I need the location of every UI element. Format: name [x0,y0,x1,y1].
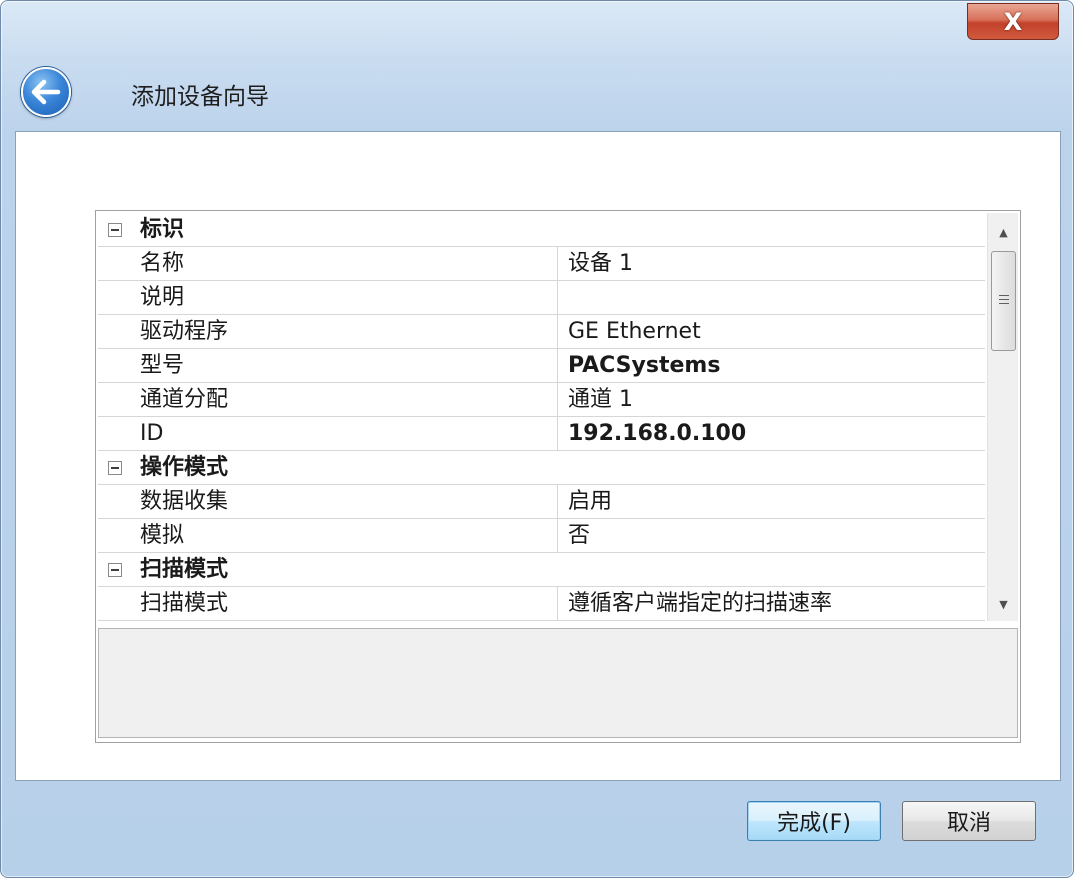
property-name: 名称 [98,247,558,280]
property-name: 通道分配 [98,383,558,416]
property-row[interactable]: 扫描模式 遵循客户端指定的扫描速率 [98,587,985,621]
scroll-down-button[interactable]: ▼ [988,589,1019,619]
property-value[interactable]: 否 [568,519,983,552]
property-row[interactable]: 通道分配 通道 1 [98,383,985,417]
property-name: 数据收集 [98,485,558,518]
property-row[interactable]: ID 192.168.0.100 [98,417,985,451]
property-row[interactable]: 驱动程序 GE Ethernet [98,315,985,349]
property-name: 扫描模式 [98,587,558,620]
property-value[interactable]: GE Ethernet [568,315,983,348]
property-value[interactable] [568,281,983,314]
property-name: 说明 [98,281,558,314]
property-value[interactable]: 遵循客户端指定的扫描速率 [568,587,983,620]
category-label: 标识 [140,217,185,242]
property-row[interactable]: 数据收集 启用 [98,485,985,519]
triangle-up-icon: ▲ [999,225,1008,239]
close-icon: X [1003,7,1023,36]
wizard-window: X 添加设备向导 标识 名称 设备 1 说明 驱动程序 GE Ethernet 型号 PACS… [0,0,1074,878]
grip-icon [999,295,1009,296]
category-label: 扫描模式 [140,557,229,582]
property-grid: 标识 名称 设备 1 说明 驱动程序 GE Ethernet 型号 PACSystems 通道分… [95,210,1021,743]
content-panel: 标识 名称 设备 1 说明 驱动程序 GE Ethernet 型号 PACSystems 通道分… [15,131,1061,781]
property-value[interactable]: 设备 1 [568,247,983,280]
category-row[interactable]: 操作模式 [98,451,985,485]
wizard-title: 添加设备向导 [131,84,269,110]
scroll-thumb[interactable] [991,251,1016,351]
cancel-button[interactable]: 取消 [902,801,1036,841]
category-label: 操作模式 [140,455,229,480]
property-value[interactable]: PACSystems [568,349,983,382]
property-name: 模拟 [98,519,558,552]
finish-button[interactable]: 完成(F) [747,801,881,841]
property-row[interactable]: 名称 设备 1 [98,247,985,281]
category-row[interactable]: 扫描模式 [98,553,985,587]
category-row[interactable]: 标识 [98,213,985,247]
vertical-scrollbar[interactable]: ▲ ▼ [987,213,1018,621]
property-grid-rows: 标识 名称 设备 1 说明 驱动程序 GE Ethernet 型号 PACSystems 通道分… [98,213,985,621]
back-button[interactable] [21,67,71,117]
back-arrow-icon [31,79,61,105]
property-value[interactable]: 启用 [568,485,983,518]
property-value[interactable]: 通道 1 [568,383,983,416]
description-panel [98,628,1018,738]
footer: 完成(F) 取消 [1,781,1073,877]
property-row[interactable]: 模拟否 [98,519,985,553]
property-row[interactable]: 型号 PACSystems [98,349,985,383]
property-name: ID [98,417,558,450]
triangle-down-icon: ▼ [999,597,1008,611]
scroll-up-button[interactable]: ▲ [988,217,1019,247]
close-button[interactable]: X [967,3,1059,40]
property-value[interactable]: 192.168.0.100 [568,417,983,450]
property-row[interactable]: 说明 [98,281,985,315]
property-name: 驱动程序 [98,315,558,348]
property-name: 型号 [98,349,558,382]
